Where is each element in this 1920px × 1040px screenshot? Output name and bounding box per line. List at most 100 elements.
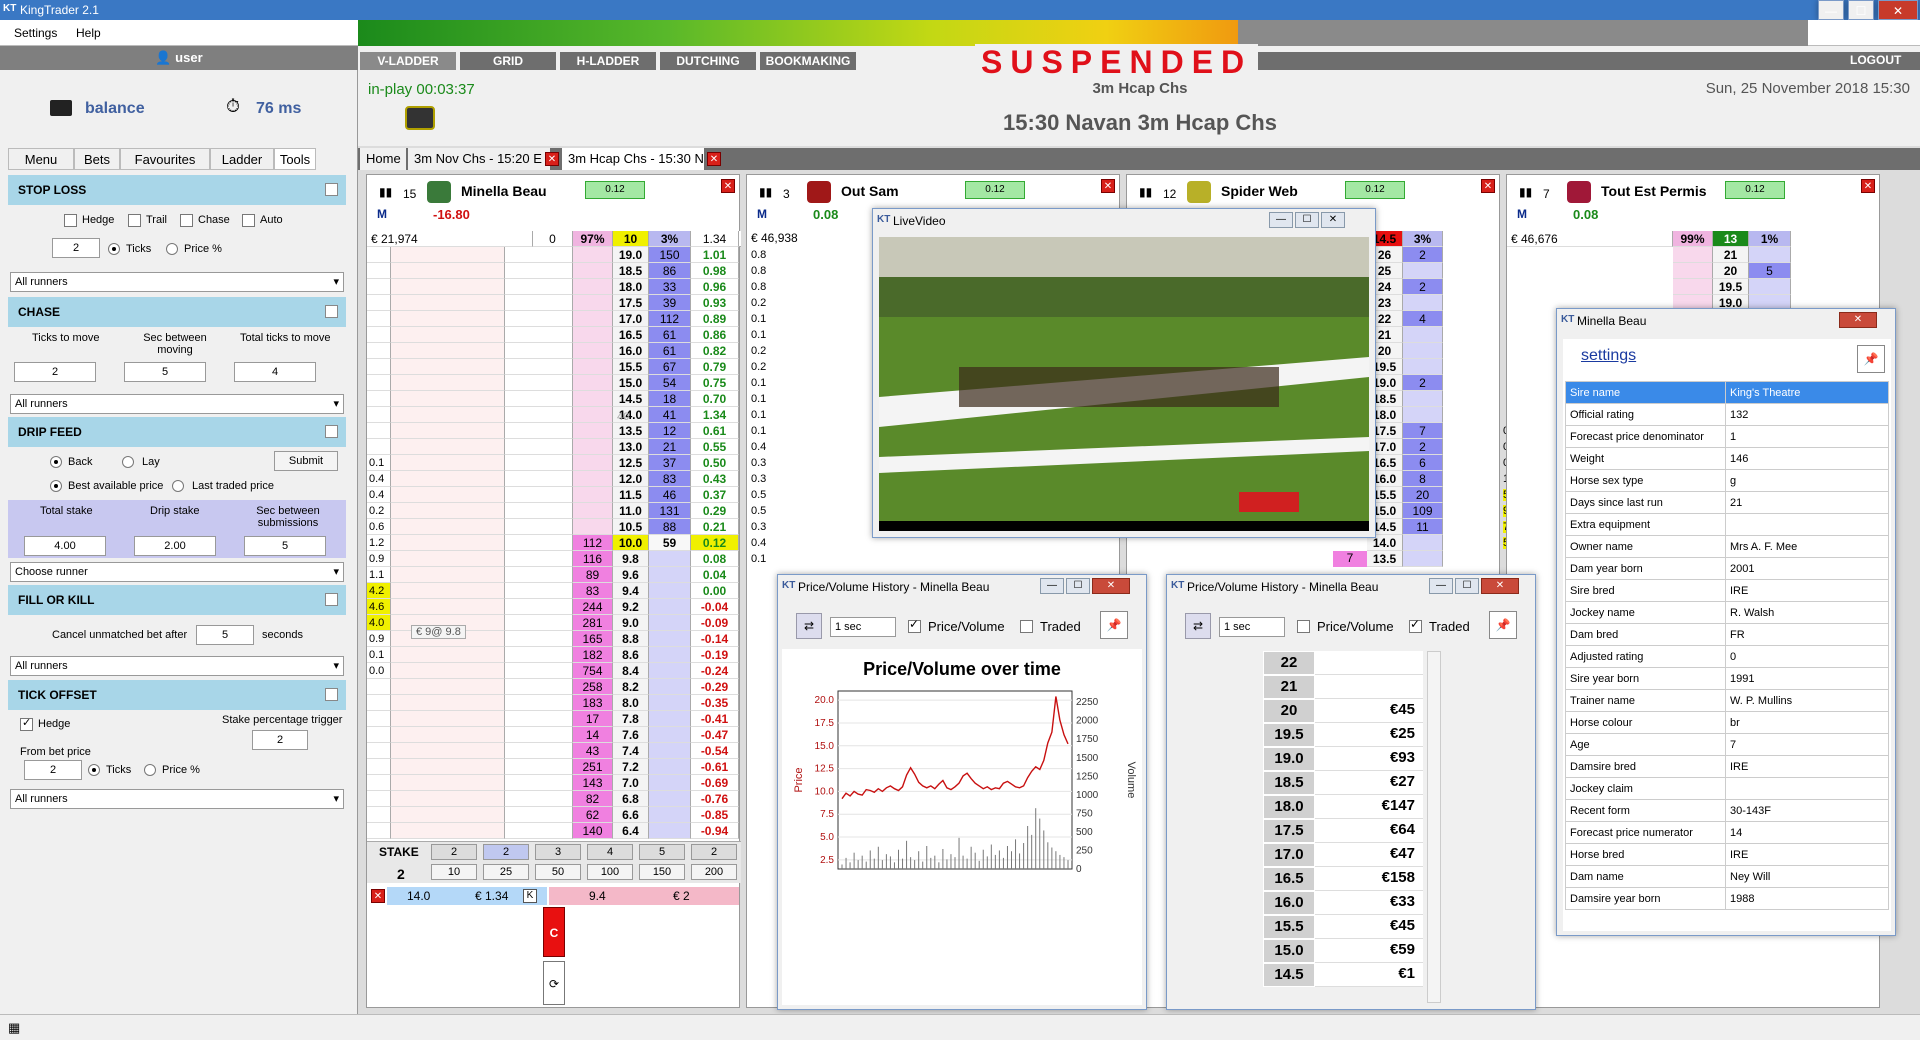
drip-feed-toggle[interactable]: [325, 425, 338, 438]
lay-cell[interactable]: 33: [649, 279, 691, 295]
info-row[interactable]: Extra equipment: [1565, 513, 1889, 536]
back-cell[interactable]: [573, 295, 613, 311]
refresh-icon[interactable]: ⇄: [1185, 613, 1211, 639]
lay-cell[interactable]: [649, 647, 691, 663]
stake-preset-button[interactable]: 2: [691, 844, 737, 860]
price-pct-radio[interactable]: [166, 243, 178, 255]
lay-cell[interactable]: 150: [649, 247, 691, 263]
tick-offset-stepper[interactable]: 2: [24, 760, 82, 780]
tick-ticks-radio[interactable]: [88, 764, 100, 776]
back-cell[interactable]: [1673, 279, 1713, 295]
lay-cell[interactable]: 112: [649, 311, 691, 327]
calculator-icon[interactable]: ▦: [8, 1020, 20, 1036]
lay-cell[interactable]: [649, 711, 691, 727]
back-cell[interactable]: 83: [573, 583, 613, 599]
pv-checkbox[interactable]: [1297, 620, 1310, 633]
info-row[interactable]: Damsire bred IRE: [1565, 755, 1889, 778]
lay-cell[interactable]: 6: [1403, 455, 1443, 471]
lay-cell[interactable]: 37: [649, 455, 691, 471]
lay-cell[interactable]: [1403, 263, 1443, 279]
lay-cell[interactable]: 4: [1403, 311, 1443, 327]
maximize-button[interactable]: ☐: [1848, 0, 1874, 20]
drip-runner-select[interactable]: Choose runner: [10, 562, 344, 582]
lay-cell[interactable]: [649, 567, 691, 583]
lay-cell[interactable]: [1403, 407, 1443, 423]
chart-bars-icon[interactable]: ▮▮: [1519, 185, 1532, 199]
ticks-to-move-stepper[interactable]: 2: [14, 362, 96, 382]
stake-amount-button[interactable]: 25: [483, 864, 529, 880]
info-row[interactable]: Age 7: [1565, 733, 1889, 756]
lay-cell[interactable]: 21: [649, 439, 691, 455]
info-row[interactable]: Damsire year born 1988: [1565, 887, 1889, 910]
stake-amount-button[interactable]: 10: [431, 864, 477, 880]
back-cell[interactable]: [573, 359, 613, 375]
stake-preset-button[interactable]: 2: [483, 844, 529, 860]
close-button[interactable]: ✕: [1878, 0, 1918, 20]
chart-bars-icon[interactable]: ▮▮: [759, 185, 772, 199]
close-button[interactable]: ✕: [1481, 578, 1519, 594]
lay-cell[interactable]: [1403, 295, 1443, 311]
lay-cell[interactable]: [649, 663, 691, 679]
best-price-radio[interactable]: [50, 480, 62, 492]
lay-cell[interactable]: 67: [649, 359, 691, 375]
stake-trigger-stepper[interactable]: 2: [252, 730, 308, 750]
menu-settings[interactable]: Settings: [14, 26, 57, 40]
stake-preset-button[interactable]: 2: [431, 844, 477, 860]
back-cell[interactable]: 14: [573, 727, 613, 743]
info-row[interactable]: Sire name King's Theatre: [1565, 381, 1889, 404]
close-button[interactable]: ✕: [1321, 212, 1345, 228]
lay-cell[interactable]: [649, 823, 691, 839]
back-cell[interactable]: [573, 375, 613, 391]
interval-select[interactable]: 1 sec: [1219, 617, 1285, 637]
auto-checkbox[interactable]: [242, 214, 255, 227]
fok-runners-select[interactable]: All runners: [10, 656, 344, 676]
info-row[interactable]: Jockey name R. Walsh: [1565, 601, 1889, 624]
back-cell[interactable]: 754: [573, 663, 613, 679]
chart-bars-icon[interactable]: ▮▮: [379, 185, 392, 199]
lay-cell[interactable]: [649, 791, 691, 807]
chart-bars-icon[interactable]: ▮▮: [1139, 185, 1152, 199]
chase-checkbox[interactable]: [180, 214, 193, 227]
stake-preset-button[interactable]: 3: [535, 844, 581, 860]
lay-cell[interactable]: [1403, 391, 1443, 407]
tick-price-pct-radio[interactable]: [144, 764, 156, 776]
lay-cell[interactable]: [1749, 247, 1791, 263]
back-cell[interactable]: [573, 407, 613, 423]
tab-tools[interactable]: Tools: [274, 148, 316, 170]
info-row[interactable]: Forecast price numerator 14: [1565, 821, 1889, 844]
pin-icon[interactable]: 📌: [1489, 611, 1517, 639]
lay-cell[interactable]: [649, 631, 691, 647]
lay-cell[interactable]: [1749, 279, 1791, 295]
lay-cell[interactable]: 12: [649, 423, 691, 439]
back-cell[interactable]: [1673, 247, 1713, 263]
back-cell[interactable]: 281: [573, 615, 613, 631]
lay-cell[interactable]: 39: [649, 295, 691, 311]
submit-button[interactable]: Submit: [274, 451, 338, 471]
minimize-button[interactable]: —: [1269, 212, 1293, 228]
back-cell[interactable]: 244: [573, 599, 613, 615]
lay-cell[interactable]: [1403, 343, 1443, 359]
back-cell[interactable]: [573, 471, 613, 487]
tv-icon[interactable]: [405, 106, 435, 130]
nav-h-ladder[interactable]: H-LADDER: [560, 52, 656, 70]
tab-race-1520[interactable]: 3m Nov Chs - 15:20 E: [408, 148, 550, 170]
lay-cell[interactable]: 54: [649, 375, 691, 391]
lay-cell[interactable]: 46: [649, 487, 691, 503]
lay-cell[interactable]: [649, 615, 691, 631]
lay-cell[interactable]: 5: [1749, 263, 1791, 279]
hedge-checkbox[interactable]: [64, 214, 77, 227]
info-row[interactable]: Official rating 132: [1565, 403, 1889, 426]
back-cell[interactable]: [1673, 263, 1713, 279]
lay-cell[interactable]: 2: [1403, 279, 1443, 295]
scrollbar[interactable]: [1427, 651, 1441, 1003]
back-cell[interactable]: [573, 343, 613, 359]
maximize-button[interactable]: ☐: [1295, 212, 1319, 228]
fok-seconds-stepper[interactable]: 5: [196, 625, 254, 645]
fok-toggle[interactable]: [325, 593, 338, 606]
info-row[interactable]: Dam bred FR: [1565, 623, 1889, 646]
minimize-button[interactable]: —: [1818, 0, 1844, 20]
info-row[interactable]: Forecast price denominator 1: [1565, 425, 1889, 448]
back-cell[interactable]: [573, 263, 613, 279]
lay-cell[interactable]: 11: [1403, 519, 1443, 535]
logout-button[interactable]: LOGOUT: [1850, 53, 1901, 67]
